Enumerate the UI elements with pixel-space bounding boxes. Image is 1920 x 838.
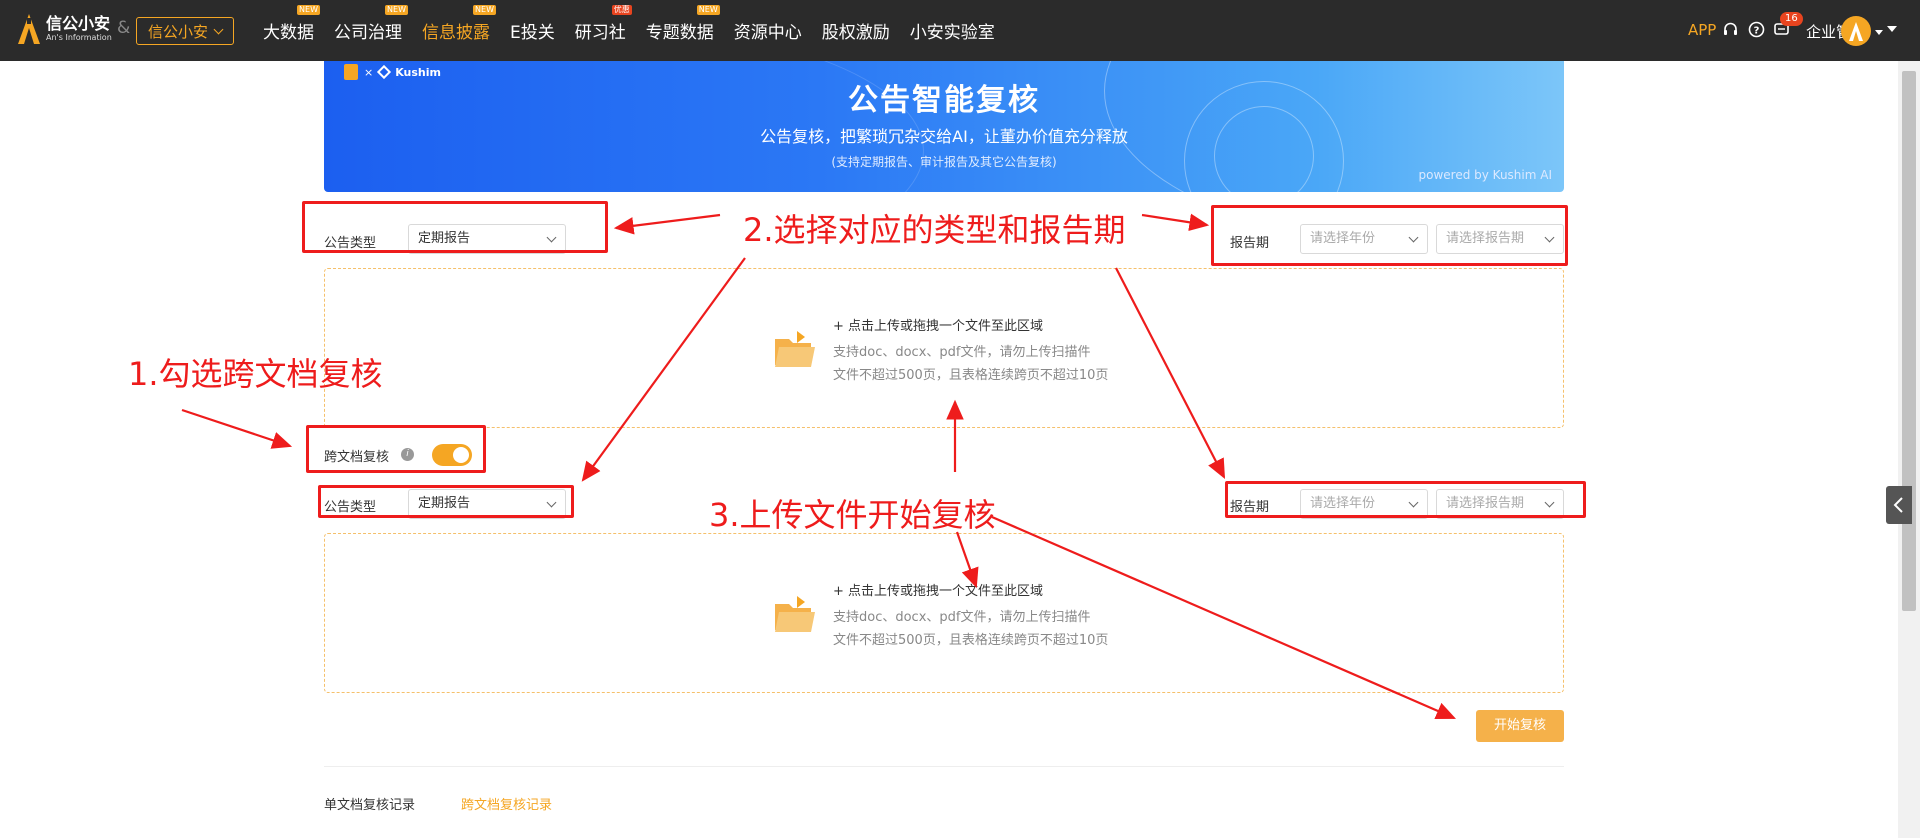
- arrow-to-type-2: [581, 257, 746, 482]
- arrow-to-upload-2: [955, 531, 979, 589]
- annotation-arrows: [181, 213, 1457, 720]
- arrow-to-type-1: [613, 213, 721, 235]
- arrow-to-start-button: [991, 515, 1457, 720]
- arrow-to-period-2: [1115, 267, 1226, 479]
- arrow-to-period-1: [1141, 213, 1210, 232]
- arrow-to-toggle: [181, 408, 293, 449]
